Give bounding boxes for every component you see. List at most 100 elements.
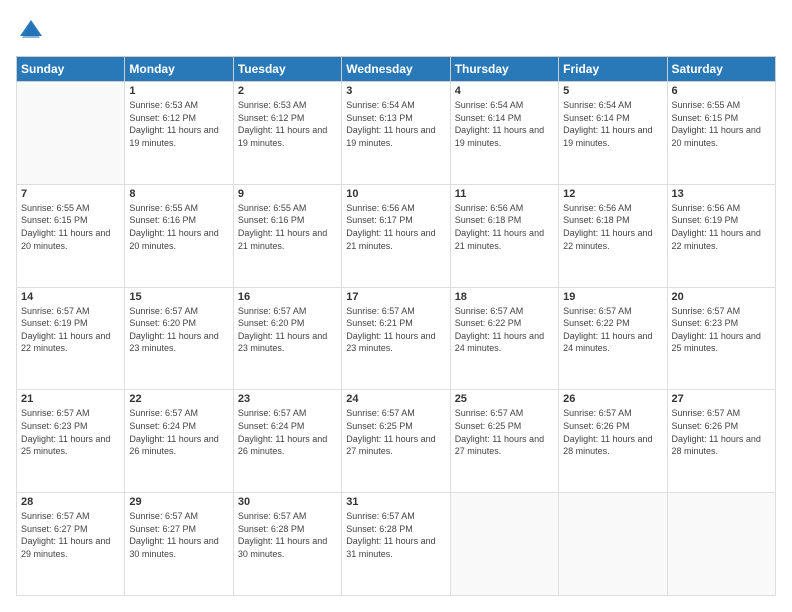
day-cell bbox=[17, 82, 125, 185]
day-info: Sunrise: 6:57 AM Sunset: 6:28 PM Dayligh… bbox=[238, 510, 337, 560]
day-info: Sunrise: 6:57 AM Sunset: 6:28 PM Dayligh… bbox=[346, 510, 445, 560]
header-cell-monday: Monday bbox=[125, 57, 233, 82]
day-cell: 6 Sunrise: 6:55 AM Sunset: 6:15 PM Daylig… bbox=[667, 82, 775, 185]
day-number: 9 bbox=[238, 188, 337, 200]
day-number: 18 bbox=[455, 291, 554, 303]
day-info: Sunrise: 6:56 AM Sunset: 6:18 PM Dayligh… bbox=[455, 202, 554, 252]
day-info: Sunrise: 6:57 AM Sunset: 6:24 PM Dayligh… bbox=[129, 407, 228, 457]
header-cell-wednesday: Wednesday bbox=[342, 57, 450, 82]
day-number: 25 bbox=[455, 393, 554, 405]
day-cell: 4 Sunrise: 6:54 AM Sunset: 6:14 PM Daylig… bbox=[450, 82, 558, 185]
day-info: Sunrise: 6:57 AM Sunset: 6:24 PM Dayligh… bbox=[238, 407, 337, 457]
day-number: 6 bbox=[672, 85, 771, 97]
day-info: Sunrise: 6:57 AM Sunset: 6:23 PM Dayligh… bbox=[672, 305, 771, 355]
week-row-5: 28 Sunrise: 6:57 AM Sunset: 6:27 PM Dayli… bbox=[17, 493, 776, 596]
day-cell: 11 Sunrise: 6:56 AM Sunset: 6:18 PM Dayli… bbox=[450, 184, 558, 287]
day-number: 15 bbox=[129, 291, 228, 303]
day-info: Sunrise: 6:57 AM Sunset: 6:22 PM Dayligh… bbox=[563, 305, 662, 355]
day-number: 10 bbox=[346, 188, 445, 200]
day-info: Sunrise: 6:55 AM Sunset: 6:15 PM Dayligh… bbox=[21, 202, 120, 252]
day-info: Sunrise: 6:54 AM Sunset: 6:13 PM Dayligh… bbox=[346, 99, 445, 149]
header-cell-tuesday: Tuesday bbox=[233, 57, 341, 82]
header-cell-friday: Friday bbox=[559, 57, 667, 82]
header bbox=[16, 16, 776, 46]
day-cell: 8 Sunrise: 6:55 AM Sunset: 6:16 PM Daylig… bbox=[125, 184, 233, 287]
day-info: Sunrise: 6:55 AM Sunset: 6:16 PM Dayligh… bbox=[238, 202, 337, 252]
day-number: 28 bbox=[21, 496, 120, 508]
day-cell bbox=[667, 493, 775, 596]
day-cell: 12 Sunrise: 6:56 AM Sunset: 6:18 PM Dayli… bbox=[559, 184, 667, 287]
day-number: 7 bbox=[21, 188, 120, 200]
day-info: Sunrise: 6:57 AM Sunset: 6:19 PM Dayligh… bbox=[21, 305, 120, 355]
day-cell: 30 Sunrise: 6:57 AM Sunset: 6:28 PM Dayli… bbox=[233, 493, 341, 596]
day-cell: 27Sunrise: 6:57 AM Sunset: 6:26 PM Dayli… bbox=[667, 390, 775, 493]
calendar-page: SundayMondayTuesdayWednesdayThursdayFrid… bbox=[0, 0, 792, 612]
day-cell: 22 Sunrise: 6:57 AM Sunset: 6:24 PM Dayli… bbox=[125, 390, 233, 493]
day-info: Sunrise: 6:56 AM Sunset: 6:19 PM Dayligh… bbox=[672, 202, 771, 252]
day-number: 20 bbox=[672, 291, 771, 303]
day-number: 8 bbox=[129, 188, 228, 200]
day-cell: 20 Sunrise: 6:57 AM Sunset: 6:23 PM Dayli… bbox=[667, 287, 775, 390]
day-number: 27 bbox=[672, 393, 771, 405]
day-info: Sunrise: 6:57 AM Sunset: 6:23 PM Dayligh… bbox=[21, 407, 120, 457]
day-cell: 29Sunrise: 6:57 AM Sunset: 6:27 PM Dayli… bbox=[125, 493, 233, 596]
day-info: Sunrise: 6:57 AM Sunset: 6:20 PM Dayligh… bbox=[238, 305, 337, 355]
day-number: 11 bbox=[455, 188, 554, 200]
day-cell: 15Sunrise: 6:57 AM Sunset: 6:20 PM Dayli… bbox=[125, 287, 233, 390]
day-number: 2 bbox=[238, 85, 337, 97]
header-cell-sunday: Sunday bbox=[17, 57, 125, 82]
day-number: 13 bbox=[672, 188, 771, 200]
header-cell-saturday: Saturday bbox=[667, 57, 775, 82]
day-cell: 3 Sunrise: 6:54 AM Sunset: 6:13 PM Daylig… bbox=[342, 82, 450, 185]
day-number: 12 bbox=[563, 188, 662, 200]
day-number: 23 bbox=[238, 393, 337, 405]
day-number: 30 bbox=[238, 496, 337, 508]
day-cell: 10 Sunrise: 6:56 AM Sunset: 6:17 PM Dayli… bbox=[342, 184, 450, 287]
day-info: Sunrise: 6:56 AM Sunset: 6:17 PM Dayligh… bbox=[346, 202, 445, 252]
day-info: Sunrise: 6:55 AM Sunset: 6:15 PM Dayligh… bbox=[672, 99, 771, 149]
day-info: Sunrise: 6:57 AM Sunset: 6:22 PM Dayligh… bbox=[455, 305, 554, 355]
day-info: Sunrise: 6:53 AM Sunset: 6:12 PM Dayligh… bbox=[129, 99, 228, 149]
day-info: Sunrise: 6:57 AM Sunset: 6:25 PM Dayligh… bbox=[455, 407, 554, 457]
day-cell: 23 Sunrise: 6:57 AM Sunset: 6:24 PM Dayli… bbox=[233, 390, 341, 493]
day-number: 3 bbox=[346, 85, 445, 97]
day-cell: 13 Sunrise: 6:56 AM Sunset: 6:19 PM Dayli… bbox=[667, 184, 775, 287]
header-row: SundayMondayTuesdayWednesdayThursdayFrid… bbox=[17, 57, 776, 82]
day-cell: 25 Sunrise: 6:57 AM Sunset: 6:25 PM Dayli… bbox=[450, 390, 558, 493]
day-number: 26 bbox=[563, 393, 662, 405]
day-cell: 17Sunrise: 6:57 AM Sunset: 6:21 PM Dayli… bbox=[342, 287, 450, 390]
day-number: 19 bbox=[563, 291, 662, 303]
day-info: Sunrise: 6:57 AM Sunset: 6:27 PM Dayligh… bbox=[21, 510, 120, 560]
day-number: 22 bbox=[129, 393, 228, 405]
week-row-1: 1 Sunrise: 6:53 AM Sunset: 6:12 PM Daylig… bbox=[17, 82, 776, 185]
day-cell: 28 Sunrise: 6:57 AM Sunset: 6:27 PM Dayli… bbox=[17, 493, 125, 596]
week-row-4: 21 Sunrise: 6:57 AM Sunset: 6:23 PM Dayli… bbox=[17, 390, 776, 493]
day-number: 16 bbox=[238, 291, 337, 303]
day-cell: 2 Sunrise: 6:53 AM Sunset: 6:12 PM Daylig… bbox=[233, 82, 341, 185]
day-number: 31 bbox=[346, 496, 445, 508]
day-cell: 21 Sunrise: 6:57 AM Sunset: 6:23 PM Dayli… bbox=[17, 390, 125, 493]
day-cell: 19 Sunrise: 6:57 AM Sunset: 6:22 PM Dayli… bbox=[559, 287, 667, 390]
day-number: 4 bbox=[455, 85, 554, 97]
day-cell: 7 Sunrise: 6:55 AM Sunset: 6:15 PM Daylig… bbox=[17, 184, 125, 287]
day-number: 21 bbox=[21, 393, 120, 405]
day-cell bbox=[450, 493, 558, 596]
day-info: Sunrise: 6:55 AM Sunset: 6:16 PM Dayligh… bbox=[129, 202, 228, 252]
day-number: 1 bbox=[129, 85, 228, 97]
day-info: Sunrise: 6:54 AM Sunset: 6:14 PM Dayligh… bbox=[563, 99, 662, 149]
header-cell-thursday: Thursday bbox=[450, 57, 558, 82]
day-cell: 9 Sunrise: 6:55 AM Sunset: 6:16 PM Daylig… bbox=[233, 184, 341, 287]
day-number: 17 bbox=[346, 291, 445, 303]
day-number: 5 bbox=[563, 85, 662, 97]
logo bbox=[16, 16, 50, 46]
day-info: Sunrise: 6:54 AM Sunset: 6:14 PM Dayligh… bbox=[455, 99, 554, 149]
day-number: 29 bbox=[129, 496, 228, 508]
day-cell: 14Sunrise: 6:57 AM Sunset: 6:19 PM Dayli… bbox=[17, 287, 125, 390]
logo-icon bbox=[16, 16, 46, 46]
day-cell: 26Sunrise: 6:57 AM Sunset: 6:26 PM Dayli… bbox=[559, 390, 667, 493]
day-info: Sunrise: 6:53 AM Sunset: 6:12 PM Dayligh… bbox=[238, 99, 337, 149]
day-info: Sunrise: 6:56 AM Sunset: 6:18 PM Dayligh… bbox=[563, 202, 662, 252]
day-cell bbox=[559, 493, 667, 596]
calendar-table: SundayMondayTuesdayWednesdayThursdayFrid… bbox=[16, 56, 776, 596]
day-number: 24 bbox=[346, 393, 445, 405]
